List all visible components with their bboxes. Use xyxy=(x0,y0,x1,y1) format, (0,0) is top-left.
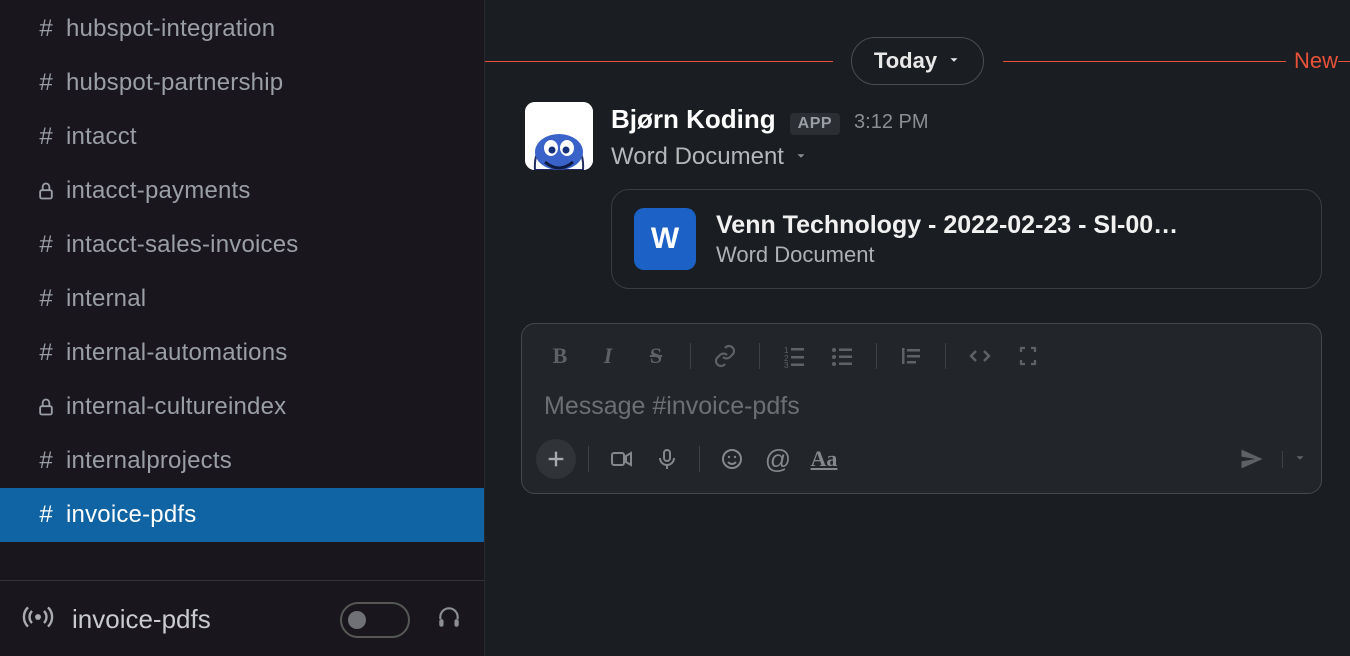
word-file-icon: W xyxy=(634,208,696,270)
separator xyxy=(945,343,946,369)
message-header: Bjørn Koding APP 3:12 PM xyxy=(611,104,1322,135)
lock-icon xyxy=(26,181,66,201)
file-meta: Venn Technology - 2022-02-23 - SI-00… Wo… xyxy=(716,211,1178,268)
attachment-type-toggle[interactable]: Word Document xyxy=(611,143,1322,171)
separator xyxy=(588,446,589,472)
avatar[interactable] xyxy=(525,102,593,170)
date-divider: Today New xyxy=(485,32,1350,90)
lock-icon xyxy=(26,397,66,417)
emoji-button[interactable] xyxy=(712,441,752,477)
svg-text:3: 3 xyxy=(784,361,789,368)
channel-list: # hubspot-integration # hubspot-partners… xyxy=(0,0,484,572)
message: Bjørn Koding APP 3:12 PM Word Document W… xyxy=(485,90,1350,289)
channel-intacct[interactable]: # intacct xyxy=(0,110,484,164)
attach-button[interactable] xyxy=(536,439,576,479)
huddle-toggle[interactable] xyxy=(340,602,410,638)
hash-icon: # xyxy=(26,123,66,151)
file-type: Word Document xyxy=(716,242,1178,268)
code-button[interactable] xyxy=(960,338,1000,374)
blockquote-button[interactable] xyxy=(891,338,931,374)
toggle-knob xyxy=(348,611,366,629)
channel-hubspot-integration[interactable]: # hubspot-integration xyxy=(0,2,484,56)
send-options-button[interactable] xyxy=(1282,451,1307,468)
channel-label: internal-automations xyxy=(66,339,287,367)
caret-down-icon xyxy=(794,149,808,166)
send-group xyxy=(1232,441,1307,477)
hash-icon: # xyxy=(26,69,66,97)
hash-icon: # xyxy=(26,339,66,367)
composer-action-row: @ Aa xyxy=(522,431,1321,493)
codeblock-button[interactable] xyxy=(1008,338,1048,374)
link-button[interactable] xyxy=(705,338,745,374)
channel-hubspot-partnership[interactable]: # hubspot-partnership xyxy=(0,56,484,110)
bold-button[interactable]: B xyxy=(540,338,580,374)
hash-icon: # xyxy=(26,285,66,313)
date-pill[interactable]: Today xyxy=(851,37,984,85)
channel-internalprojects[interactable]: # internalprojects xyxy=(0,434,484,488)
channel-intacct-sales-invoices[interactable]: # intacct-sales-invoices xyxy=(0,218,484,272)
italic-button[interactable]: I xyxy=(588,338,628,374)
channel-label: internalprojects xyxy=(66,447,232,475)
divider-line xyxy=(485,61,833,62)
hash-icon: # xyxy=(26,231,66,259)
channel-label: intacct-payments xyxy=(66,177,251,205)
composer-input-wrapper xyxy=(522,382,1321,431)
message-body: Bjørn Koding APP 3:12 PM Word Document W… xyxy=(611,102,1322,289)
headphones-icon[interactable] xyxy=(436,604,462,635)
channel-label: hubspot-integration xyxy=(66,15,275,43)
send-button[interactable] xyxy=(1232,441,1272,477)
separator xyxy=(759,343,760,369)
channel-internal-cultureindex[interactable]: internal-cultureindex xyxy=(0,380,484,434)
format-toggle-button[interactable]: Aa xyxy=(804,441,844,477)
message-author[interactable]: Bjørn Koding xyxy=(611,104,776,135)
bullet-list-button[interactable] xyxy=(822,338,862,374)
new-messages-label: New xyxy=(1286,48,1338,74)
mention-button[interactable]: @ xyxy=(758,441,798,477)
channel-label: hubspot-partnership xyxy=(66,69,283,97)
main-pane: Today New Bjørn Koding APP 3: xyxy=(485,0,1350,656)
date-label: Today xyxy=(874,48,937,74)
channel-label: internal-cultureindex xyxy=(66,393,286,421)
message-timestamp: 3:12 PM xyxy=(854,111,928,134)
channel-intacct-payments[interactable]: intacct-payments xyxy=(0,164,484,218)
channel-label: intacct-sales-invoices xyxy=(66,231,298,259)
app-badge: APP xyxy=(790,113,840,135)
ordered-list-button[interactable]: 123 xyxy=(774,338,814,374)
chevron-down-icon xyxy=(947,53,961,70)
huddle-channel-label: invoice-pdfs xyxy=(72,604,322,635)
hash-icon: # xyxy=(26,15,66,43)
file-name: Venn Technology - 2022-02-23 - SI-00… xyxy=(716,211,1178,240)
strikethrough-button[interactable]: S xyxy=(636,338,676,374)
attachment-type-label: Word Document xyxy=(611,143,784,171)
file-attachment[interactable]: W Venn Technology - 2022-02-23 - SI-00… … xyxy=(611,189,1322,289)
huddle-bar: invoice-pdfs xyxy=(0,581,484,656)
message-input[interactable] xyxy=(544,392,1299,421)
message-composer: B I S 123 xyxy=(521,323,1322,494)
video-button[interactable] xyxy=(601,441,641,477)
hash-icon: # xyxy=(26,447,66,475)
format-toolbar: B I S 123 xyxy=(522,324,1321,382)
separator xyxy=(876,343,877,369)
channel-internal-automations[interactable]: # internal-automations xyxy=(0,326,484,380)
sidebar: # hubspot-integration # hubspot-partners… xyxy=(0,0,485,656)
channel-label: intacct xyxy=(66,123,137,151)
antenna-icon xyxy=(22,601,54,638)
channel-label: internal xyxy=(66,285,146,313)
channel-internal[interactable]: # internal xyxy=(0,272,484,326)
separator xyxy=(699,446,700,472)
microphone-button[interactable] xyxy=(647,441,687,477)
hash-icon: # xyxy=(26,501,66,529)
channel-label: invoice-pdfs xyxy=(66,501,196,529)
separator xyxy=(690,343,691,369)
channel-invoice-pdfs[interactable]: # invoice-pdfs xyxy=(0,488,484,542)
